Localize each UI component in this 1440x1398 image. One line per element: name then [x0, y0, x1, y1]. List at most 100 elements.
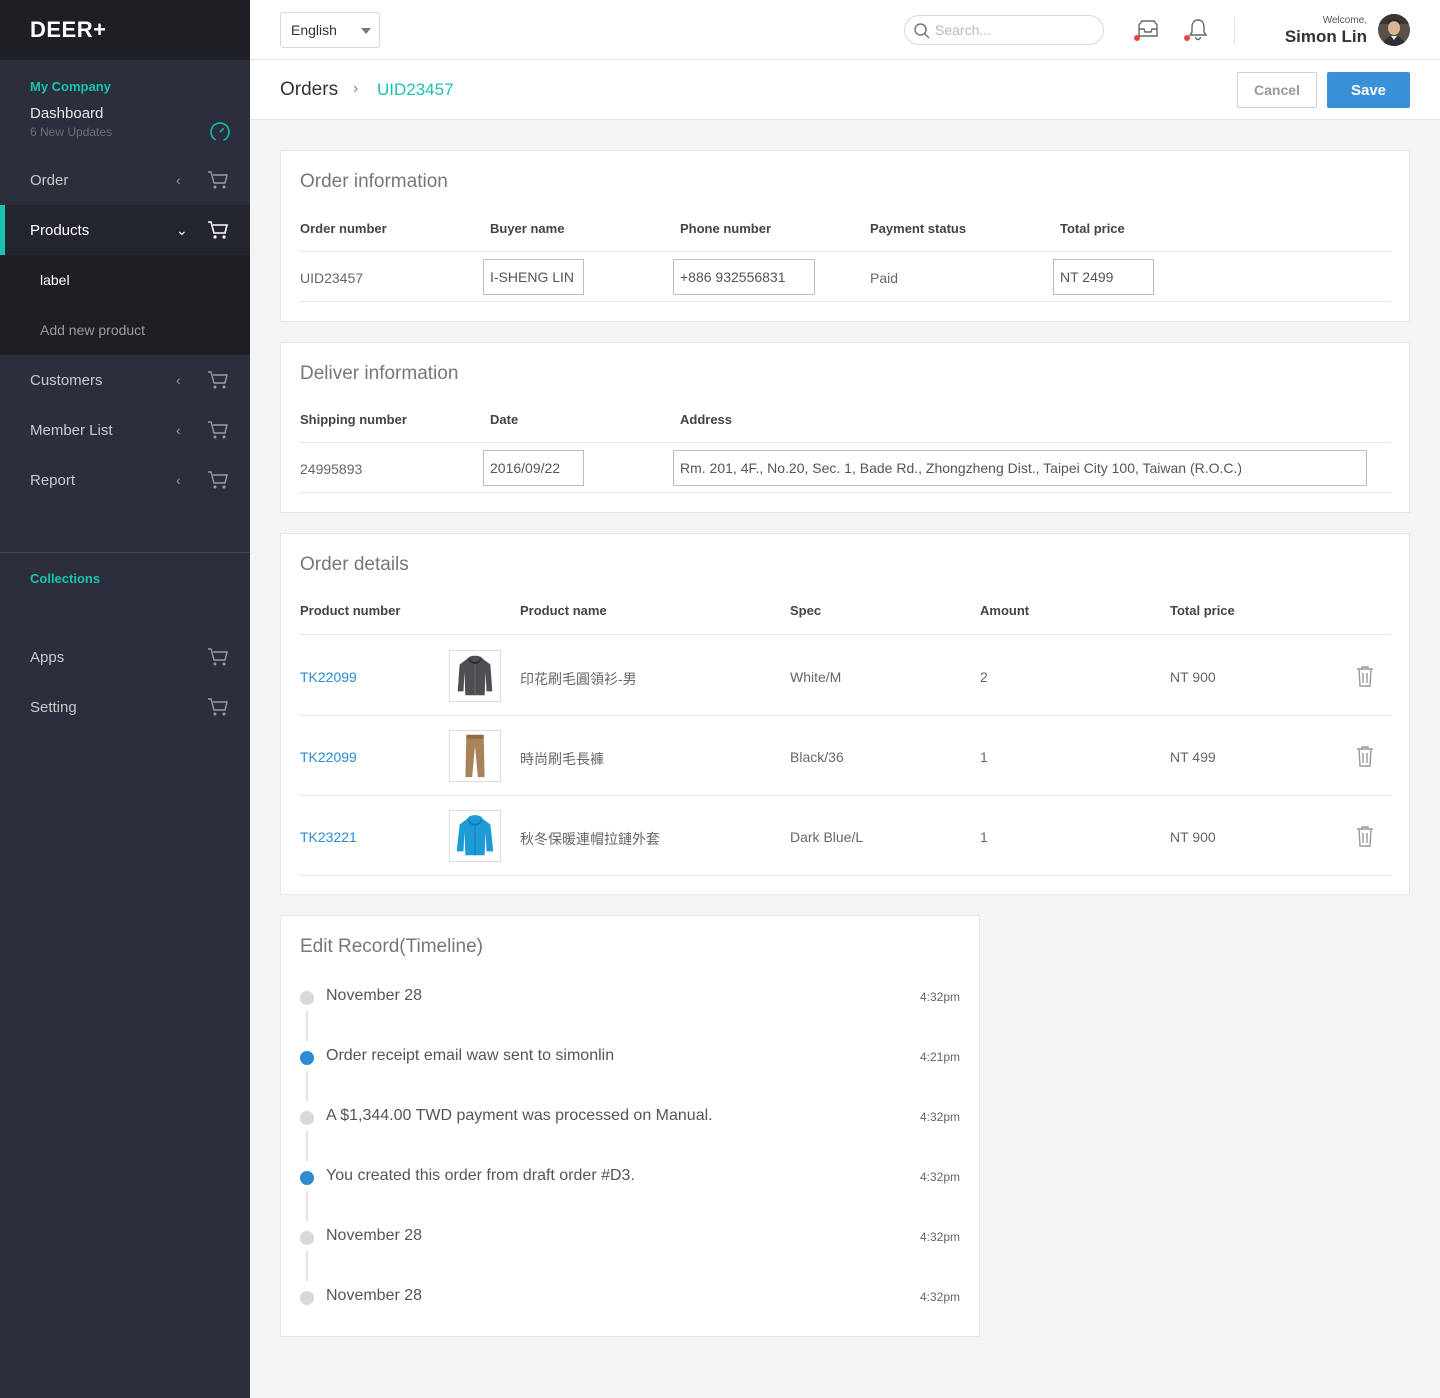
topbar-divider: [1234, 17, 1235, 44]
sidebar-item-customers[interactable]: Customers ‹: [0, 355, 250, 405]
breadcrumb-orders[interactable]: Orders: [280, 79, 338, 101]
column-header: Spec: [790, 603, 822, 618]
product-amount: 1: [980, 749, 988, 765]
product-amount: 1: [980, 829, 988, 845]
buyer-name-field[interactable]: [483, 259, 584, 295]
language-select[interactable]: English: [280, 12, 380, 48]
timeline-connector: [306, 1251, 308, 1281]
timeline-time: 4:32pm: [919, 1290, 960, 1304]
column-header: Total price: [1170, 603, 1235, 618]
sidebar-item-label: Setting: [30, 698, 77, 716]
chevron-right-icon: ›: [353, 80, 359, 97]
column-header: Phone number: [680, 221, 772, 236]
sidebar-item-products[interactable]: Products ⌄: [0, 205, 250, 255]
sidebar-item-label: Products: [30, 221, 90, 239]
product-number-link[interactable]: TK23221: [300, 829, 357, 845]
product-thumbnail[interactable]: [449, 730, 501, 782]
timeline-time: 4:21pm: [919, 1050, 960, 1064]
row-divider: [300, 301, 1390, 302]
timeline-item: November 28 4:32pm: [300, 1286, 960, 1310]
sidebar-item-order[interactable]: Order ‹: [0, 155, 250, 205]
submenu-item-add-product[interactable]: Add new product: [0, 305, 250, 355]
product-name: 秋冬保暖連帽拉鏈外套: [520, 831, 660, 847]
payment-status: Paid: [870, 270, 899, 286]
phone-number-field[interactable]: [673, 259, 815, 295]
inbox-button[interactable]: [1134, 17, 1161, 43]
product-thumbnail[interactable]: [449, 650, 501, 702]
card-title: Order information: [300, 171, 448, 192]
save-button[interactable]: Save: [1327, 72, 1410, 108]
timeline-dot: [300, 1231, 314, 1245]
sidebar-item-apps[interactable]: Apps: [0, 632, 250, 682]
total-price-field[interactable]: [1053, 259, 1154, 295]
column-header: Address: [680, 412, 733, 427]
product-thumbnail[interactable]: [449, 810, 501, 862]
language-value: English: [291, 22, 337, 38]
sidebar-item-member-list[interactable]: Member List ‹: [0, 405, 250, 455]
cart-icon: [208, 698, 228, 716]
logo[interactable]: DEER+: [30, 17, 106, 43]
timeline-time: 4:32pm: [919, 990, 960, 1004]
row-divider: [300, 251, 1390, 252]
order-information-card: Order information Order number Buyer nam…: [280, 150, 1410, 322]
card-title: Deliver information: [300, 363, 459, 384]
submenu-item-label[interactable]: label: [0, 255, 250, 305]
cart-icon: [208, 371, 228, 389]
product-spec: White/M: [790, 669, 842, 685]
sidebar-divider: [0, 552, 250, 553]
cart-icon: [208, 648, 228, 666]
product-total: NT 900: [1170, 669, 1216, 685]
timeline-connector: [306, 1191, 308, 1221]
cart-icon: [208, 221, 229, 239]
cart-icon: [208, 471, 228, 489]
company-label: My Company: [30, 79, 111, 94]
timeline-text: November 28: [326, 987, 423, 1004]
row-divider: [300, 875, 1390, 876]
order-details-card: Order details Product number Product nam…: [280, 533, 1410, 895]
sidebar-item-label: Apps: [30, 648, 65, 666]
product-number-link[interactable]: TK22099: [300, 749, 357, 765]
user-name[interactable]: Simon Lin: [1285, 27, 1367, 47]
trash-icon[interactable]: [1355, 665, 1375, 687]
date-field[interactable]: [483, 450, 584, 486]
column-header: Product name: [520, 603, 607, 618]
timeline-text: Order receipt email waw sent to simonlin: [326, 1047, 615, 1064]
column-header: Buyer name: [490, 221, 565, 236]
row-divider: [300, 634, 1390, 635]
shipping-number: 24995893: [300, 461, 363, 477]
search-input[interactable]: [935, 22, 1095, 38]
welcome-text: Welcome,: [1322, 15, 1367, 26]
timeline-item: November 28 4:32pm: [300, 986, 960, 1010]
edit-record-card: Edit Record(Timeline) November 28 4:32pm…: [280, 915, 980, 1337]
trash-icon[interactable]: [1355, 745, 1375, 767]
timeline-text: November 28: [326, 1287, 423, 1304]
sidebar-item-dashboard[interactable]: Dashboard 6 New Updates: [0, 105, 250, 155]
pants-khaki-image: [465, 734, 485, 778]
product-spec: Dark Blue/L: [790, 829, 864, 845]
hoodie-gray-image: [457, 655, 493, 696]
avatar[interactable]: [1378, 14, 1410, 46]
sidebar-item-report[interactable]: Report ‹: [0, 455, 250, 505]
timeline-dot: [300, 991, 314, 1005]
timeline-dot: [300, 1111, 314, 1125]
user-avatar-image: [1378, 14, 1410, 46]
collections-label: Collections: [30, 571, 101, 586]
row-divider: [300, 442, 1390, 443]
cancel-button[interactable]: Cancel: [1237, 72, 1317, 108]
cart-icon: [208, 171, 228, 189]
notification-alert-dot: [1184, 35, 1190, 41]
timeline-item: You created this order from draft order …: [300, 1166, 960, 1190]
product-number-link[interactable]: TK22099: [300, 669, 357, 685]
sidebar-item-setting[interactable]: Setting: [0, 682, 250, 732]
sidebar-item-label: Order: [30, 171, 69, 189]
order-number: UID23457: [300, 270, 364, 286]
timeline-connector: [306, 1071, 308, 1101]
notifications-button[interactable]: [1184, 17, 1211, 43]
product-spec: Black/36: [790, 749, 844, 765]
trash-icon[interactable]: [1355, 825, 1375, 847]
timeline-item: Order receipt email waw sent to simonlin…: [300, 1046, 960, 1070]
hoodie-blue-image: [456, 815, 494, 856]
address-field[interactable]: [673, 450, 1367, 486]
timeline-time: 4:32pm: [919, 1110, 960, 1124]
product-total: NT 499: [1170, 749, 1216, 765]
